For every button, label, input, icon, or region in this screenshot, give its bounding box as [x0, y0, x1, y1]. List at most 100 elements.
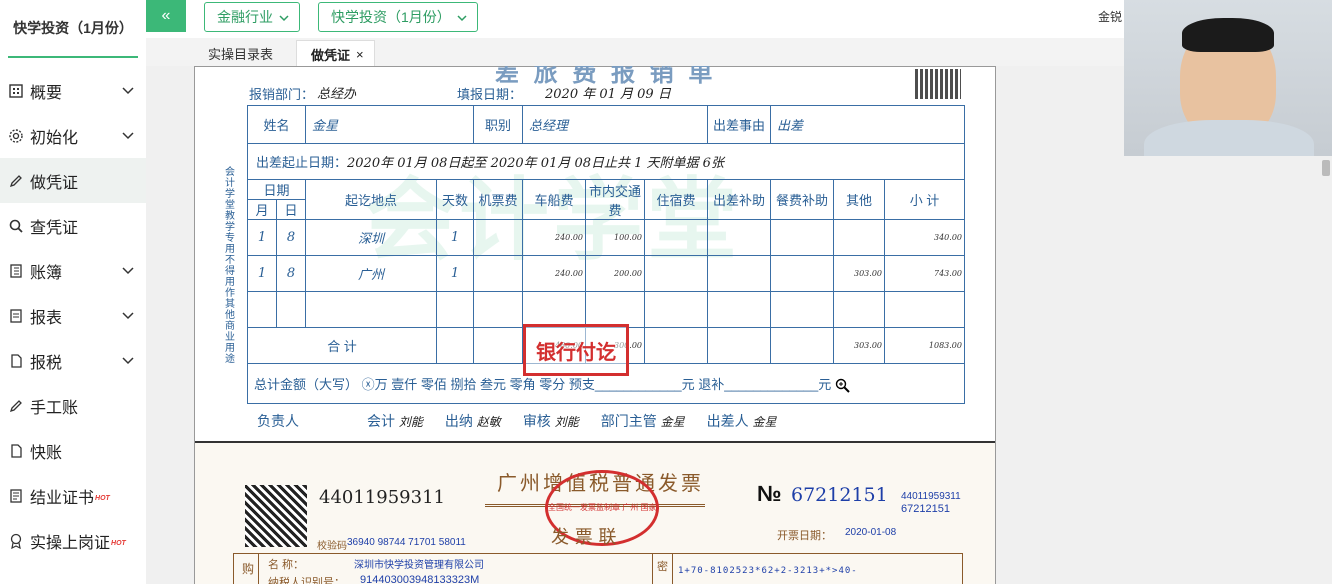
signer-role: 出纳 — [444, 413, 473, 429]
cell-meal-allow — [770, 255, 834, 292]
badge-icon — [8, 533, 24, 549]
cell-hotel — [644, 255, 708, 292]
cell-local: 200.00 — [585, 255, 645, 292]
local-col-header: 市内交通费 — [585, 179, 645, 220]
cell-other: 303.00 — [833, 255, 885, 292]
position-value: 总经理 — [522, 105, 708, 144]
date-value: 2020 年 01 月 09 日 — [545, 87, 671, 102]
tab-make-voucher[interactable]: 做凭证 × — [296, 40, 375, 67]
sidebar-item-quick-ledger[interactable]: 快账 — [0, 428, 146, 473]
cipher-text: 1+70-8102523*62+2-3213+*>40- — [678, 566, 858, 576]
table-row: 1 8 广州 1 240.00 200.00 303.00 743.00 — [247, 255, 965, 292]
grid-icon — [8, 83, 24, 99]
sidebar-item-overview[interactable]: 概要 — [0, 68, 146, 113]
sidebar-menu: 概要 初始化 做凭证 查凭证 账簿 报表 报税 手工账 快账 结业证书 HOT … — [0, 68, 146, 563]
cell-subtotal: 340.00 — [884, 219, 965, 256]
signer-role: 负责人 — [257, 413, 299, 429]
date-col-header: 日期 — [247, 179, 306, 200]
day-col-header: 日 — [276, 199, 306, 220]
sidebar: 快学投资（1月份） 概要 初始化 做凭证 查凭证 账簿 报表 报税 手工账 快账… — [0, 0, 147, 584]
pen-icon — [8, 398, 24, 414]
sidebar-item-label: 报税 — [30, 354, 63, 372]
sidebar-item-label: 查凭证 — [30, 219, 79, 237]
sidebar-item-ledger[interactable]: 账簿 — [0, 248, 146, 293]
sidebar-item-label: 报表 — [30, 309, 63, 327]
name-label: 姓名 — [247, 105, 306, 144]
qr-code-icon — [915, 69, 961, 99]
month-col-header: 月 — [247, 199, 277, 220]
dept-value: 总经办 — [317, 87, 357, 102]
cell-car: 240.00 — [522, 219, 586, 256]
sidebar-item-job-cert[interactable]: 实操上岗证 HOT — [0, 518, 146, 563]
gear-icon — [8, 128, 24, 144]
air-col-header: 机票费 — [473, 179, 523, 220]
cell-place: 广州 — [305, 255, 437, 292]
signer-name: 赵敏 — [476, 415, 501, 429]
document-icon — [8, 443, 24, 459]
presenter-hair — [1182, 18, 1274, 52]
cell-air — [473, 219, 523, 256]
place-col-header: 起讫地点 — [305, 179, 437, 220]
chevron-down-icon — [122, 82, 134, 98]
chevron-down-icon — [122, 307, 134, 323]
sidebar-item-manual-ledger[interactable]: 手工账 — [0, 383, 146, 428]
table-row: 1 8 深圳 1 240.00 100.00 340.00 — [247, 219, 965, 256]
signer-name: 金星 — [660, 415, 685, 429]
cell-air — [473, 255, 523, 292]
sidebar-item-label: 概要 — [30, 84, 63, 102]
vat-invoice: 44011959311 广州增值税普通发票 全国统一发票监制章 广州 国家税务总… — [195, 443, 995, 584]
buyer-label: 购 — [242, 562, 255, 576]
cell-day: 8 — [276, 255, 306, 292]
sidebar-item-label: 做凭证 — [30, 174, 79, 192]
meal-allow-col-header: 餐费补助 — [770, 179, 834, 220]
zoom-in-icon[interactable] — [835, 378, 851, 394]
name-value: 金星 — [305, 105, 474, 144]
dept-label: 报销部门： — [249, 87, 315, 102]
cell-trip-allow — [707, 255, 771, 292]
sidebar-item-label: 快账 — [30, 444, 63, 462]
industry-dropdown[interactable]: 金融行业 — [204, 2, 300, 32]
total-label: 合 计 — [247, 327, 437, 364]
tab-label: 做凭证 — [311, 47, 351, 63]
scrollbar[interactable] — [1322, 160, 1330, 176]
period-value: 2020年 01月 08日起至 2020年 01月 08日止共 1 天附单据 6… — [347, 156, 724, 171]
cell-local: 100.00 — [585, 219, 645, 256]
sidebar-item-label: 实操上岗证 — [30, 534, 111, 552]
sidebar-item-make-voucher[interactable]: 做凭证 — [0, 158, 146, 203]
hot-badge: HOT — [95, 495, 110, 502]
table-row — [247, 291, 965, 328]
sidebar-item-check-voucher[interactable]: 查凭证 — [0, 203, 146, 248]
close-icon[interactable]: × — [356, 47, 364, 62]
invoice-code: 44011959311 — [319, 487, 445, 508]
hot-badge: HOT — [111, 540, 126, 547]
sidebar-item-init[interactable]: 初始化 — [0, 113, 146, 158]
sidebar-item-tax[interactable]: 报税 — [0, 338, 146, 383]
total-subtotal: 1083.00 — [884, 327, 965, 364]
user-name[interactable]: 金锐 — [1098, 8, 1122, 25]
brand-title: 快学投资（1月份） — [8, 0, 138, 58]
cell-month: 1 — [247, 255, 277, 292]
collapse-sidebar-button[interactable]: « — [146, 0, 186, 32]
signer-row: 负责人 会计 刘能 出纳 赵敏 审核 刘能 部门主管 金星 出差人 金星 — [257, 411, 777, 431]
cell-days: 1 — [436, 219, 474, 256]
subtotal-col-header: 小 计 — [884, 179, 965, 220]
cell-month: 1 — [247, 219, 277, 256]
sidebar-item-label: 结业证书 — [30, 489, 95, 507]
signer-role: 出差人 — [706, 413, 749, 429]
hotel-col-header: 住宿费 — [644, 179, 708, 220]
cell-hotel — [644, 219, 708, 256]
period-label: 出差起止日期： — [256, 155, 348, 170]
paid-stamp: 银行付讫 — [523, 324, 629, 376]
signer-role: 审核 — [522, 413, 551, 429]
signer-name: 刘能 — [398, 415, 423, 429]
other-col-header: 其他 — [833, 179, 885, 220]
tab-practice-catalog[interactable]: 实操目录表 — [208, 40, 273, 66]
company-dropdown[interactable]: 快学投资（1月份） — [318, 2, 478, 32]
presenter-shirt — [1144, 120, 1314, 156]
sidebar-item-certificate[interactable]: 结业证书 HOT — [0, 473, 146, 518]
cell-subtotal: 743.00 — [884, 255, 965, 292]
signer-name: 刘能 — [554, 415, 579, 429]
cell-trip-allow — [707, 219, 771, 256]
invoice-no-small: 67212151 — [901, 503, 950, 515]
sidebar-item-reports[interactable]: 报表 — [0, 293, 146, 338]
